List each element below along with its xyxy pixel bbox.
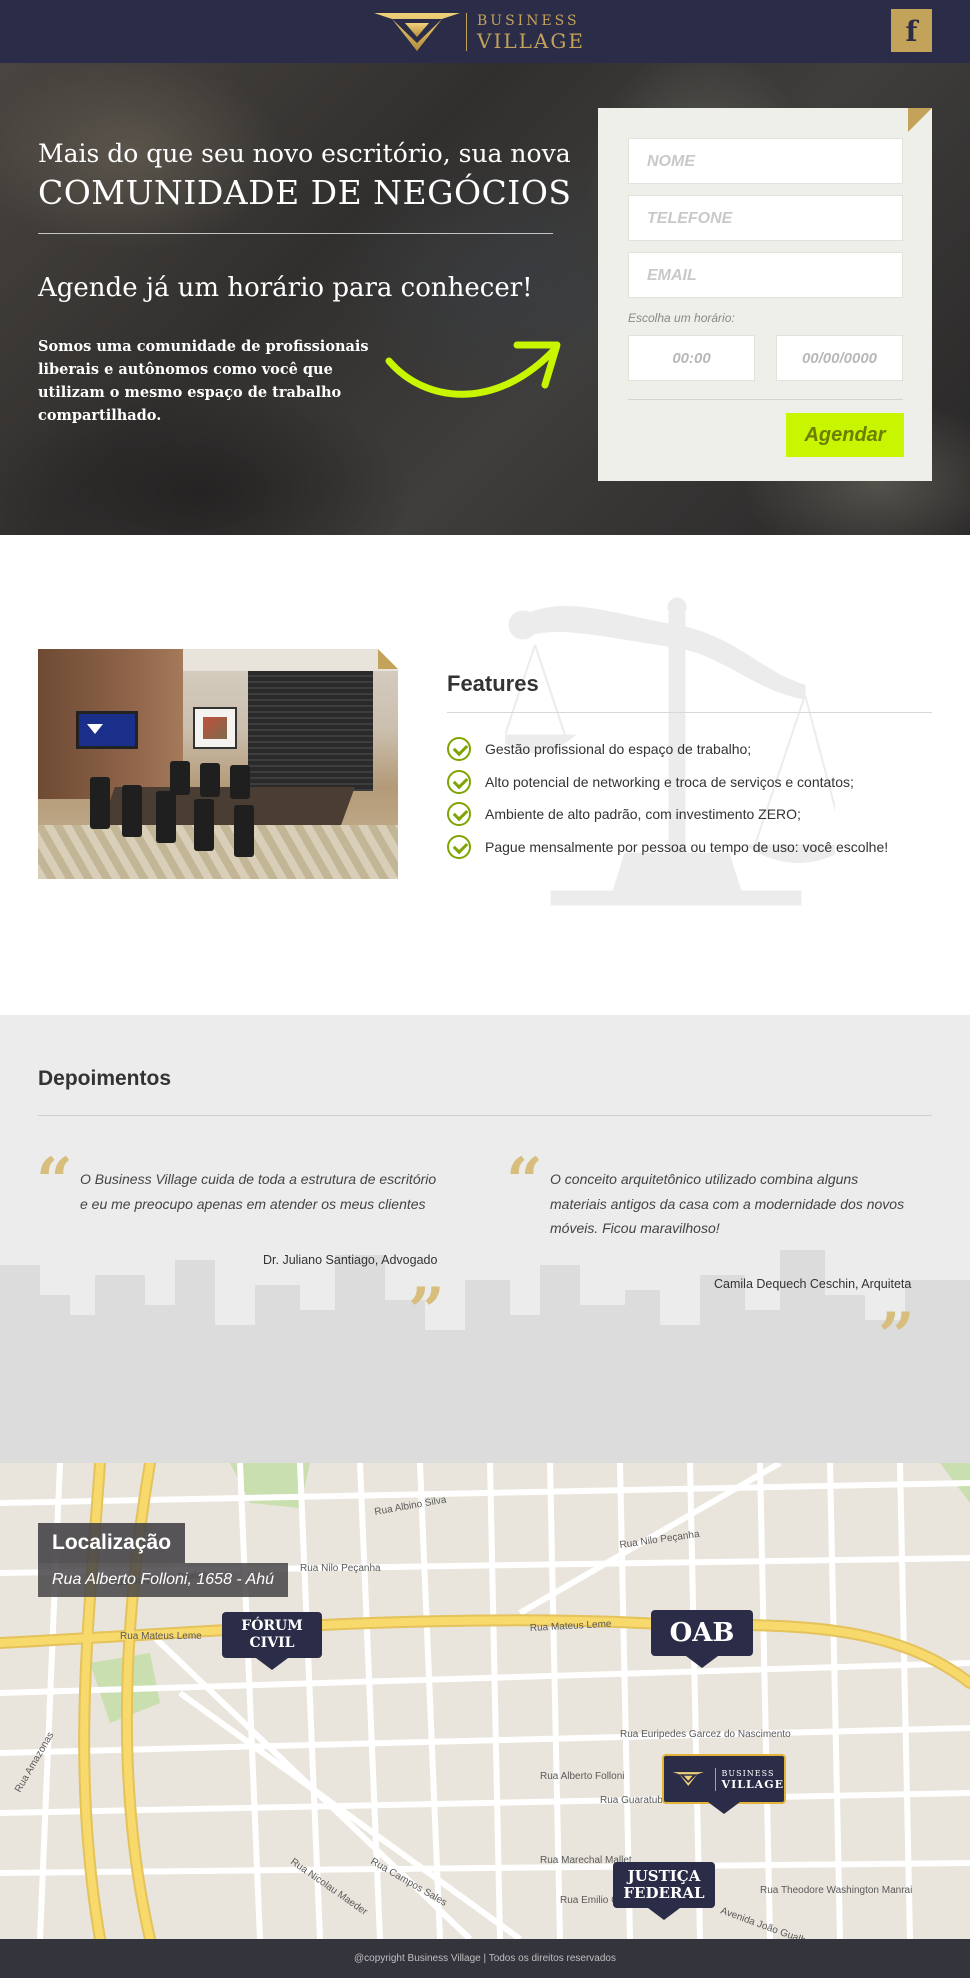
testimonial-author: Dr. Juliano Santiago, Advogado — [263, 1253, 438, 1267]
map-pin-oab[interactable]: OAB — [651, 1610, 753, 1668]
schedule-label: Escolha um horário: — [628, 311, 735, 325]
logo-v-icon — [672, 1772, 704, 1786]
feature-list: Gestão profissional do espaço de trabalh… — [447, 733, 927, 863]
feature-text: Gestão profissional do espaço de trabalh… — [485, 741, 752, 758]
svg-text:Rua Nicolau Maeder: Rua Nicolau Maeder — [288, 1856, 370, 1918]
location-title: Localização — [38, 1523, 186, 1563]
logo-text-big: VILLAGE — [477, 28, 585, 53]
chair — [90, 777, 110, 829]
hero-description: Somos uma comunidade de profissionais li… — [38, 338, 369, 424]
schedule-button[interactable]: Agendar — [786, 413, 904, 457]
form-divider — [628, 399, 903, 400]
features-title: Features — [447, 671, 539, 696]
time-input[interactable]: 00:00 — [628, 335, 755, 381]
logo-v-icon — [374, 13, 460, 51]
brand-logo[interactable]: BUSINESS VILLAGE — [372, 8, 602, 56]
form-corner-fold — [908, 108, 932, 132]
quote-open-icon: “ — [36, 1144, 73, 1219]
quote-close-icon: ” — [408, 1274, 445, 1349]
quote-close-icon: ” — [878, 1299, 915, 1374]
email-input[interactable]: EMAIL — [628, 252, 903, 298]
arrow-icon — [385, 341, 561, 398]
list-item: Gestão profissional do espaço de trabalh… — [447, 733, 927, 766]
map-pin-bv-wordmark: BUSINESS VILLAGE — [714, 1767, 784, 1791]
hero-divider — [38, 233, 553, 234]
window-blind — [248, 671, 373, 791]
features-divider — [447, 712, 932, 713]
list-item: Pague mensalmente por pessoa ou tempo de… — [447, 831, 927, 864]
map-pin-bv-small: BUSINESS — [721, 1768, 775, 1778]
top-header: BUSINESS VILLAGE f — [0, 0, 970, 63]
hero-cta-text: Agende já um horário para conhecer! — [38, 273, 533, 303]
features-section: Features Gestão profissional do espaço d… — [0, 535, 970, 1015]
list-item: Ambiente de alto padrão, com investiment… — [447, 798, 927, 831]
svg-text:Rua Theodore Washington Manrai: Rua Theodore Washington Manrai — [760, 1885, 912, 1896]
hero-title: COMUNIDADE DE NEGÓCIOS — [38, 173, 572, 212]
chair — [234, 805, 254, 857]
tv-logo-icon — [87, 724, 103, 734]
logo-text-small: BUSINESS — [477, 12, 580, 29]
date-input[interactable]: 00/00/0000 — [776, 335, 903, 381]
chair — [194, 799, 214, 851]
footer: @copyright Business Village | Todos os d… — [0, 1939, 970, 1978]
photo-corner-fold — [378, 649, 398, 669]
map-pin-business-village[interactable]: BUSINESS VILLAGE — [662, 1754, 786, 1814]
svg-text:Rua Mateus Leme: Rua Mateus Leme — [120, 1631, 202, 1642]
check-circle-icon — [447, 802, 471, 827]
chair — [230, 765, 250, 799]
photo-floor — [38, 825, 398, 879]
logo-wordmark: BUSINESS VILLAGE — [477, 14, 585, 51]
chair — [122, 785, 142, 837]
office-room-photo — [38, 649, 398, 879]
testimonials-title: Depoimentos — [38, 1067, 172, 1090]
quote-open-icon: “ — [506, 1144, 543, 1219]
name-input[interactable]: NOME — [628, 138, 903, 184]
testimonials-section: Depoimentos “ O Business Village cuida d… — [0, 1015, 970, 1463]
svg-text:Rua Alberto Folloni: Rua Alberto Folloni — [540, 1771, 625, 1782]
testimonial-text: O conceito arquitetônico utilizado combi… — [550, 1171, 905, 1236]
phone-input[interactable]: TELEFONE — [628, 195, 903, 241]
testimonial-text: O Business Village cuida de toda a estru… — [80, 1171, 437, 1212]
schedule-form: NOME TELEFONE EMAIL Escolha um horário: … — [598, 108, 932, 481]
footer-copyright: @copyright Business Village | Todos os d… — [354, 1953, 616, 1964]
map-pin-bv-big: VILLAGE — [721, 1777, 784, 1791]
location-map[interactable]: Rua Mateus Leme Rua Mateus Leme Rua Nilo… — [0, 1463, 970, 1939]
location-info: Localização Rua Alberto Folloni, 1658 - … — [38, 1523, 289, 1597]
feature-text: Alto potencial de networking e troca de … — [485, 773, 854, 790]
svg-text:Rua Nilo Peçanha: Rua Nilo Peçanha — [300, 1563, 381, 1574]
svg-text:Rua Guaratuba: Rua Guaratuba — [600, 1795, 669, 1806]
testimonial-author: Camila Dequech Ceschin, Arquiteta — [714, 1277, 912, 1291]
city-skyline-illustration — [0, 1250, 970, 1463]
feature-text: Ambiente de alto padrão, com investiment… — [485, 806, 801, 823]
chair — [170, 761, 190, 795]
svg-text:Rua Euripedes Garcez do Nascim: Rua Euripedes Garcez do Nascimento — [620, 1729, 791, 1740]
testimonials-divider — [38, 1115, 932, 1116]
facebook-icon[interactable]: f — [891, 9, 932, 52]
feature-text: Pague mensalmente por pessoa ou tempo de… — [485, 838, 889, 855]
wall-picture — [193, 707, 237, 749]
hero-subtitle: Mais do que seu novo escritório, sua nov… — [38, 139, 571, 168]
check-circle-icon — [447, 737, 471, 762]
logo-divider — [466, 13, 467, 51]
map-pin-justica-federal[interactable]: JUSTIÇA FEDERAL — [613, 1862, 715, 1920]
check-circle-icon — [447, 769, 471, 794]
location-address: Rua Alberto Folloni, 1658 - Ahú — [38, 1563, 289, 1597]
map-pin-forum-civil[interactable]: FÓRUM CIVIL — [222, 1612, 322, 1670]
list-item: Alto potencial de networking e troca de … — [447, 766, 927, 799]
tv-screen — [76, 711, 138, 749]
chair — [200, 763, 220, 797]
hero-section: Mais do que seu novo escritório, sua nov… — [0, 63, 970, 535]
picture-art — [203, 717, 227, 739]
chair — [156, 791, 176, 843]
check-circle-icon — [447, 834, 471, 859]
